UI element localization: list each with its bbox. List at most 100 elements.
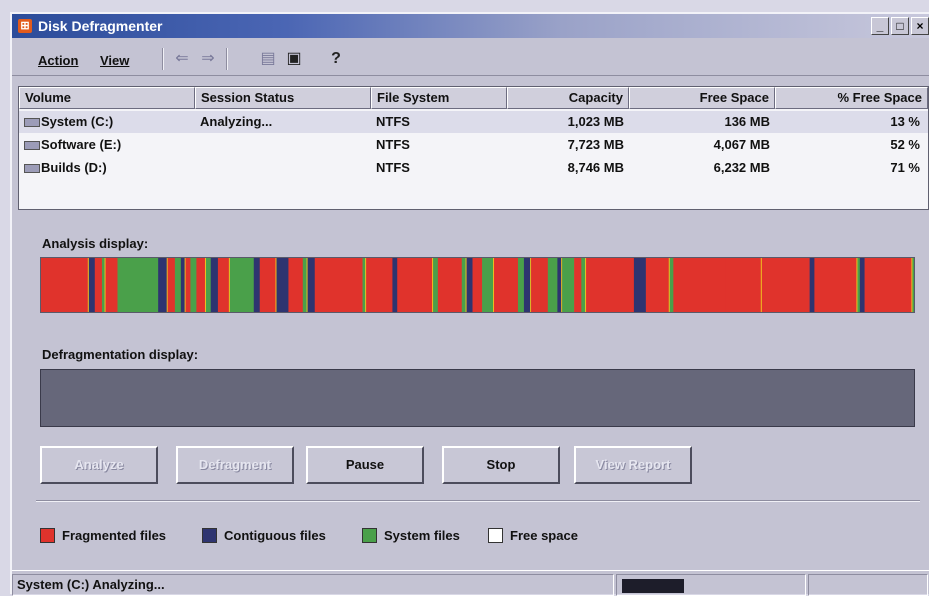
capacity-cell: 1,023 MB <box>567 114 624 129</box>
free-space-cell: 4,067 MB <box>713 137 770 152</box>
close-button[interactable]: × <box>911 17 929 35</box>
minimize-button[interactable]: _ <box>871 17 889 35</box>
pct-free-cell: 13 % <box>890 114 920 129</box>
analysis-band-segment <box>466 258 473 312</box>
session-status-cell <box>195 134 371 156</box>
analysis-band-segment <box>94 258 103 312</box>
volume-row[interactable]: Software (E:) NTFS 7,723 MB 4,067 MB 52 … <box>19 134 928 156</box>
volume-list: Volume Session Status File System Capaci… <box>18 86 929 210</box>
analysis-bands <box>41 258 914 312</box>
menu-view[interactable]: View <box>100 53 129 68</box>
analysis-band-segment <box>41 258 90 312</box>
back-arrow-icon[interactable]: ⇐ <box>172 50 192 68</box>
analysis-band-segment <box>307 258 316 312</box>
analysis-band-segment <box>88 258 96 312</box>
column-header-session-status[interactable]: Session Status <box>195 87 371 109</box>
help-icon[interactable]: ? <box>326 50 346 68</box>
volume-cell: System (C:) <box>19 111 195 133</box>
legend-free: Free space <box>488 527 598 545</box>
column-header-pct-free-space[interactable]: % Free Space <box>775 87 928 109</box>
analysis-band-segment <box>185 258 191 312</box>
column-header-volume[interactable]: Volume <box>19 87 195 109</box>
analysis-band-segment <box>205 258 212 312</box>
session-status-cell <box>195 157 371 179</box>
analysis-band-segment <box>547 258 558 312</box>
analysis-band-segment <box>912 258 914 312</box>
divider <box>36 500 920 502</box>
analysis-band-segment <box>725 258 763 312</box>
volume-name: Builds (D:) <box>41 160 107 175</box>
defragment-button[interactable]: Defragment <box>176 446 294 484</box>
defragmentation-display <box>40 369 915 427</box>
window-title: Disk Defragmenter <box>38 18 163 34</box>
legend-contiguous: Contiguous files <box>202 527 352 545</box>
pct-free-cell: 52 % <box>890 137 920 152</box>
analysis-band-segment <box>217 258 231 312</box>
volume-row[interactable]: System (C:) Analyzing... NTFS 1,023 MB 1… <box>19 111 928 133</box>
drive-icon <box>24 164 40 173</box>
analysis-band-segment <box>669 258 674 312</box>
analysis-band-segment <box>259 258 277 312</box>
analysis-band-segment <box>857 258 861 312</box>
analysis-band-segment <box>167 258 176 312</box>
app-icon: ⊞ <box>18 19 32 33</box>
pause-button[interactable]: Pause <box>306 446 424 484</box>
analysis-band-segment <box>392 258 398 312</box>
progress-indicator <box>622 579 684 593</box>
analysis-band-segment <box>437 258 463 312</box>
disk-defragmenter-window: ⊞ Disk Defragmenter _ □ × Action View ⇐ … <box>10 12 929 596</box>
analysis-band-segment <box>314 258 363 312</box>
capacity-cell: 8,746 MB <box>567 160 624 175</box>
file-system-cell: NTFS <box>376 114 410 129</box>
analysis-band-segment <box>288 258 304 312</box>
properties-icon[interactable]: ▤ <box>258 50 278 68</box>
volume-cell: Software (E:) <box>19 134 195 156</box>
view-report-button[interactable]: View Report <box>574 446 692 484</box>
window-controls: _ □ × <box>869 17 929 35</box>
analysis-band-segment <box>633 258 647 312</box>
title-bar[interactable]: ⊞ Disk Defragmenter _ □ × <box>12 14 929 38</box>
capacity-cell: 7,723 MB <box>567 137 624 152</box>
analysis-band-segment <box>229 258 255 312</box>
toolbar-separator <box>226 48 228 70</box>
column-header-free-space[interactable]: Free Space <box>629 87 775 109</box>
free-space-swatch <box>488 528 503 543</box>
analysis-band-segment <box>366 258 393 312</box>
analysis-band-segment <box>117 258 159 312</box>
analysis-band-segment <box>482 258 495 312</box>
forward-arrow-icon[interactable]: ⇒ <box>198 50 218 68</box>
analysis-band-segment <box>210 258 219 312</box>
analysis-band-segment <box>562 258 575 312</box>
menu-action[interactable]: Action <box>38 53 78 68</box>
stop-button[interactable]: Stop <box>442 446 560 484</box>
analysis-band-segment <box>494 258 519 312</box>
file-system-cell: NTFS <box>376 160 410 175</box>
volume-row[interactable]: Builds (D:) NTFS 8,746 MB 6,232 MB 71 % <box>19 157 928 179</box>
analysis-band-segment <box>645 258 671 312</box>
legend-system-label: System files <box>384 528 460 543</box>
analysis-band-segment <box>397 258 434 312</box>
analysis-band-segment <box>809 258 815 312</box>
legend-system: System files <box>362 527 482 545</box>
analysis-band-segment <box>174 258 182 312</box>
session-status-cell: Analyzing... <box>200 114 273 129</box>
maximize-button[interactable]: □ <box>891 17 909 35</box>
analysis-band-segment <box>531 258 549 312</box>
show-hide-icon[interactable]: ▣ <box>284 50 304 68</box>
analysis-band-segment <box>814 258 858 312</box>
legend-free-label: Free space <box>510 528 578 543</box>
system-swatch <box>362 528 377 543</box>
analysis-band-segment <box>859 258 865 312</box>
contiguous-swatch <box>202 528 217 543</box>
status-pane-empty <box>808 574 928 596</box>
analyze-button[interactable]: Analyze <box>40 446 158 484</box>
analysis-band-segment <box>586 258 635 312</box>
pct-free-cell: 71 % <box>890 160 920 175</box>
legend-fragmented: Fragmented files <box>40 527 190 545</box>
status-text: System (C:) Analyzing... <box>12 574 614 596</box>
analysis-display <box>40 257 915 313</box>
analysis-band-segment <box>276 258 289 312</box>
column-header-file-system[interactable]: File System <box>371 87 507 109</box>
analysis-band-segment <box>517 258 525 312</box>
column-header-capacity[interactable]: Capacity <box>507 87 629 109</box>
